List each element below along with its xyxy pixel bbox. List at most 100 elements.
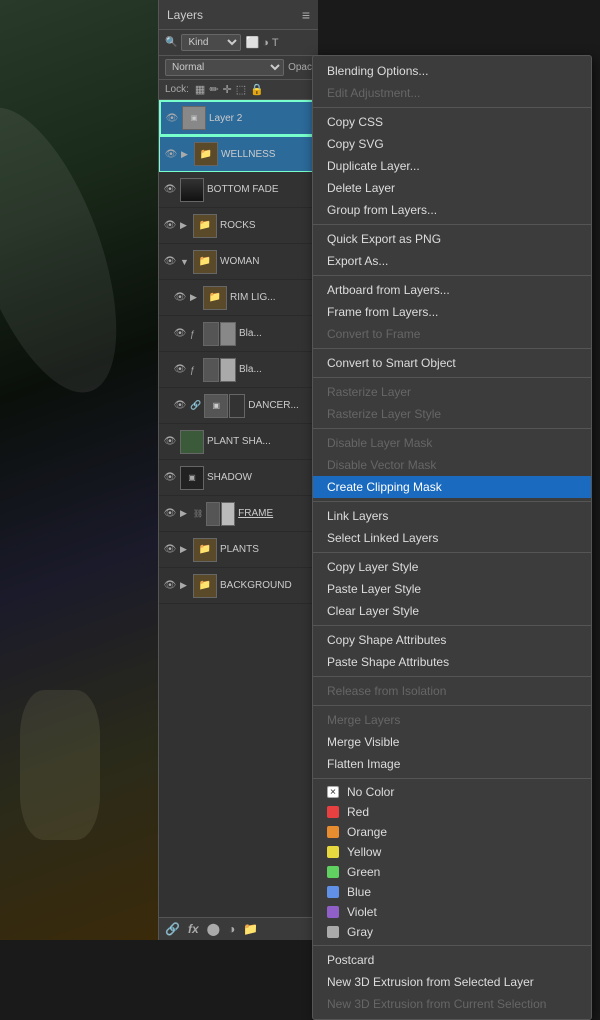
panel-header: Layers ≡ bbox=[159, 0, 318, 30]
layer-item[interactable]: 👁 ▶ 📁 ROCKS bbox=[159, 208, 318, 244]
layer-item[interactable]: 👁 🔗 ▣ DANCER... bbox=[159, 388, 318, 424]
menu-paste-layer-style[interactable]: Paste Layer Style bbox=[313, 578, 591, 600]
menu-blending-options[interactable]: Blending Options... bbox=[313, 60, 591, 82]
mask-thumbnail bbox=[221, 502, 235, 526]
lock-all-icon[interactable]: 🔒 bbox=[250, 83, 264, 96]
mask-button[interactable]: ⬤ bbox=[207, 922, 220, 936]
lock-artboard-icon[interactable]: ⬚ bbox=[236, 83, 246, 96]
expand-arrow[interactable]: ▶ bbox=[180, 508, 190, 519]
expand-arrow[interactable]: ▼ bbox=[180, 257, 190, 267]
menu-artboard-from-layers[interactable]: Artboard from Layers... bbox=[313, 279, 591, 301]
layer-thumbnail: 📁 bbox=[193, 250, 217, 274]
panel-menu-icon[interactable]: ≡ bbox=[302, 7, 310, 23]
blend-mode-select[interactable]: Normal bbox=[165, 59, 284, 76]
separator bbox=[313, 625, 591, 626]
layer-item[interactable]: 👁 ƒ Bla... bbox=[159, 352, 318, 388]
layer-item[interactable]: 👁 ƒ Bla... bbox=[159, 316, 318, 352]
menu-link-layers[interactable]: Link Layers bbox=[313, 505, 591, 527]
visibility-icon[interactable]: 👁 bbox=[163, 544, 177, 555]
visibility-icon[interactable]: 👁 bbox=[163, 256, 177, 267]
menu-clear-layer-style[interactable]: Clear Layer Style bbox=[313, 600, 591, 622]
expand-arrow[interactable]: ▶ bbox=[180, 544, 190, 555]
menu-merge-visible[interactable]: Merge Visible bbox=[313, 731, 591, 753]
menu-quick-export-png[interactable]: Quick Export as PNG bbox=[313, 228, 591, 250]
menu-select-linked-layers[interactable]: Select Linked Layers bbox=[313, 527, 591, 549]
menu-copy-css[interactable]: Copy CSS bbox=[313, 111, 591, 133]
color-violet[interactable]: Violet bbox=[313, 902, 591, 922]
expand-arrow[interactable]: ▶ bbox=[181, 149, 191, 160]
layer-item[interactable]: 👁 BOTTOM FADE bbox=[159, 172, 318, 208]
menu-duplicate-layer[interactable]: Duplicate Layer... bbox=[313, 155, 591, 177]
menu-new-3d-extrusion-selected[interactable]: New 3D Extrusion from Selected Layer bbox=[313, 971, 591, 993]
menu-copy-shape-attributes[interactable]: Copy Shape Attributes bbox=[313, 629, 591, 651]
menu-convert-to-frame: Convert to Frame bbox=[313, 323, 591, 345]
menu-paste-shape-attributes[interactable]: Paste Shape Attributes bbox=[313, 651, 591, 673]
menu-edit-adjustment: Edit Adjustment... bbox=[313, 82, 591, 104]
visibility-icon[interactable]: 👁 bbox=[163, 472, 177, 483]
link-icon[interactable]: 🔗 bbox=[165, 922, 180, 936]
visibility-icon[interactable]: 👁 bbox=[173, 328, 187, 339]
layer-name: Bla... bbox=[239, 328, 314, 339]
layer-item[interactable]: 👁 ▶ 📁 BACKGROUND bbox=[159, 568, 318, 604]
color-blue[interactable]: Blue bbox=[313, 882, 591, 902]
layer-item[interactable]: 👁 PLANT SHA... bbox=[159, 424, 318, 460]
expand-arrow[interactable]: ▶ bbox=[190, 292, 200, 303]
layer-item[interactable]: 👁 ▶ 📁 WELLNESS bbox=[159, 136, 318, 172]
color-no-color[interactable]: No Color bbox=[313, 782, 591, 802]
new-group-button[interactable]: 📁 bbox=[243, 922, 258, 936]
pixel-filter-icon[interactable]: ⬜ bbox=[245, 36, 259, 49]
menu-rasterize-layer-style: Rasterize Layer Style bbox=[313, 403, 591, 425]
type-filter-icon[interactable]: T bbox=[272, 37, 279, 49]
menu-frame-from-layers[interactable]: Frame from Layers... bbox=[313, 301, 591, 323]
menu-delete-layer[interactable]: Delete Layer bbox=[313, 177, 591, 199]
lock-transparent-icon[interactable]: ▦ bbox=[195, 83, 205, 96]
layer-name: BOTTOM FADE bbox=[207, 184, 314, 195]
visibility-icon[interactable]: 👁 bbox=[173, 364, 187, 375]
layer-item[interactable]: 👁 ▶ ⛓ FRAME bbox=[159, 496, 318, 532]
chain-icon: 🔗 bbox=[190, 400, 201, 411]
visibility-icon[interactable]: 👁 bbox=[165, 113, 179, 124]
color-label: Violet bbox=[347, 905, 377, 919]
color-label: No Color bbox=[347, 785, 394, 799]
color-label: Green bbox=[347, 865, 380, 879]
color-orange[interactable]: Orange bbox=[313, 822, 591, 842]
menu-group-from-layers[interactable]: Group from Layers... bbox=[313, 199, 591, 221]
visibility-icon[interactable]: 👁 bbox=[163, 220, 177, 231]
layer-name: Bla... bbox=[239, 364, 314, 375]
lock-position-icon[interactable]: ✛ bbox=[223, 83, 232, 96]
adjustment-filter-icon[interactable]: ◑ bbox=[262, 37, 269, 49]
layer-thumbnail: 📁 bbox=[193, 538, 217, 562]
fx-button[interactable]: fx bbox=[188, 922, 199, 936]
lock-image-icon[interactable]: ✏ bbox=[209, 83, 218, 96]
kind-select[interactable]: Kind bbox=[181, 34, 241, 51]
color-yellow[interactable]: Yellow bbox=[313, 842, 591, 862]
color-gray[interactable]: Gray bbox=[313, 922, 591, 942]
visibility-icon[interactable]: 👁 bbox=[163, 580, 177, 591]
menu-export-as[interactable]: Export As... bbox=[313, 250, 591, 272]
visibility-icon[interactable]: 👁 bbox=[163, 508, 177, 519]
layer-item[interactable]: 👁 ▶ 📁 RIM LIG... bbox=[159, 280, 318, 316]
visibility-icon[interactable]: 👁 bbox=[163, 436, 177, 447]
visibility-icon[interactable]: 👁 bbox=[173, 292, 187, 303]
layer-thumbnail bbox=[180, 430, 204, 454]
adjustment-button[interactable]: ◑ bbox=[228, 922, 235, 936]
menu-postcard[interactable]: Postcard bbox=[313, 949, 591, 971]
visibility-icon[interactable]: 👁 bbox=[173, 400, 187, 411]
color-green[interactable]: Green bbox=[313, 862, 591, 882]
visibility-icon[interactable]: 👁 bbox=[163, 184, 177, 195]
layer-item[interactable]: 👁 ▼ 📁 WOMAN bbox=[159, 244, 318, 280]
expand-arrow[interactable]: ▶ bbox=[180, 220, 190, 231]
layer-item[interactable]: 👁 ▶ 📁 PLANTS bbox=[159, 532, 318, 568]
visibility-icon[interactable]: 👁 bbox=[164, 149, 178, 160]
search-icon: 🔍 bbox=[165, 37, 177, 48]
menu-flatten-image[interactable]: Flatten Image bbox=[313, 753, 591, 775]
layer-item[interactable]: 👁 ▣ SHADOW bbox=[159, 460, 318, 496]
menu-copy-layer-style[interactable]: Copy Layer Style bbox=[313, 556, 591, 578]
menu-convert-smart-object[interactable]: Convert to Smart Object bbox=[313, 352, 591, 374]
layer-thumbnail: ▣ bbox=[180, 466, 204, 490]
color-red[interactable]: Red bbox=[313, 802, 591, 822]
expand-arrow[interactable]: ▶ bbox=[180, 580, 190, 591]
layer-item[interactable]: 👁 ▣ Layer 2 bbox=[159, 100, 318, 136]
menu-copy-svg[interactable]: Copy SVG bbox=[313, 133, 591, 155]
menu-create-clipping-mask[interactable]: Create Clipping Mask bbox=[313, 476, 591, 498]
